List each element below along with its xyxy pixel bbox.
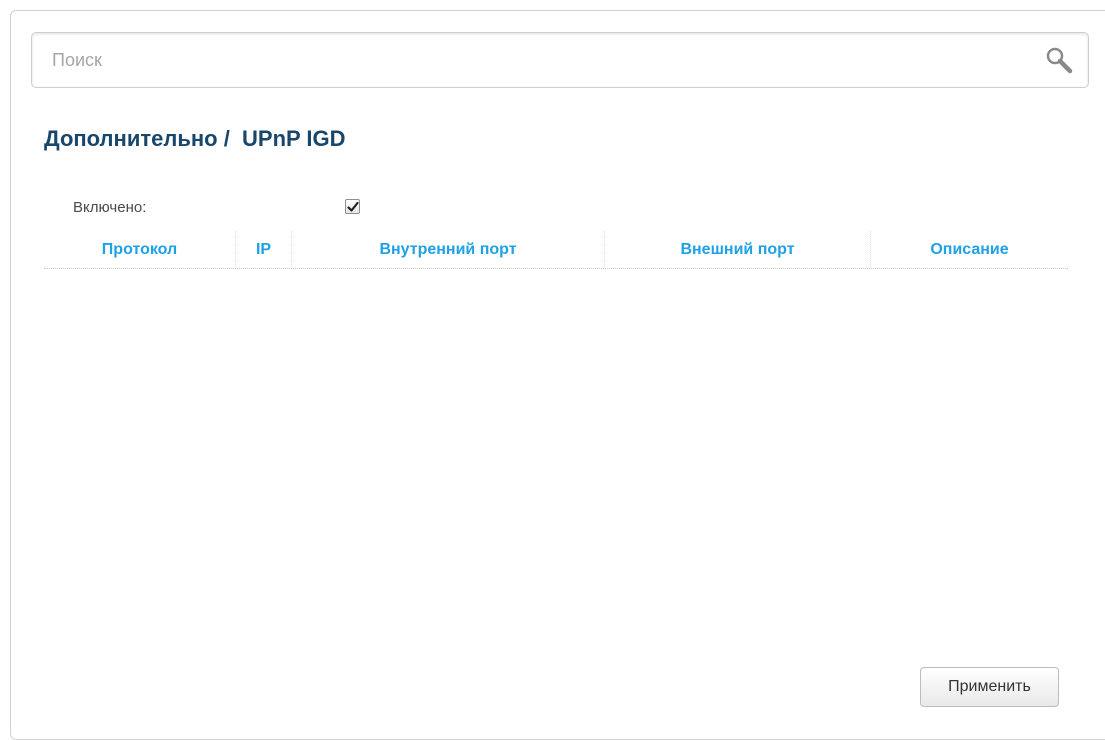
column-header-protocol[interactable]: Протокол (44, 231, 236, 267)
column-header-external-port[interactable]: Внешний порт (605, 231, 871, 267)
search-icon[interactable] (1044, 45, 1074, 75)
page-title: Дополнительно / UPnP IGD (44, 126, 346, 151)
enabled-label: Включено: (73, 199, 147, 216)
search-bar (31, 32, 1089, 88)
column-header-internal-port[interactable]: Внутренний порт (292, 231, 605, 267)
checkmark-icon (347, 201, 359, 212)
content-panel (10, 10, 1105, 740)
table-header: Протокол IP Внутренний порт Внешний порт… (44, 231, 1068, 269)
search-input[interactable] (52, 33, 1032, 87)
apply-button[interactable]: Применить (920, 667, 1059, 707)
enabled-checkbox[interactable] (345, 199, 360, 214)
column-header-description[interactable]: Описание (871, 231, 1068, 267)
column-header-ip[interactable]: IP (236, 231, 292, 267)
